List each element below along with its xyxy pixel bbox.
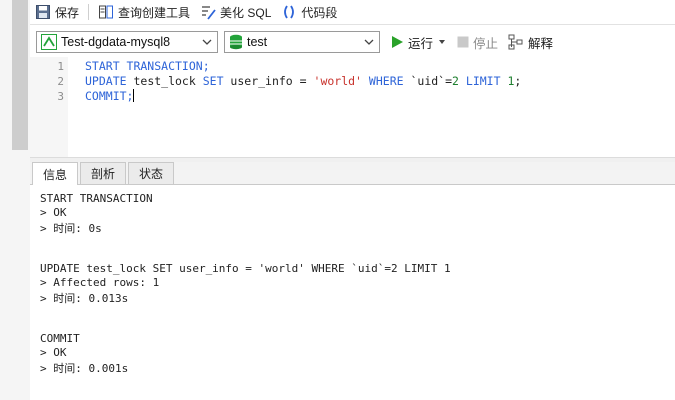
code-snippet-button[interactable]: 代码段 [276,1,342,23]
code-token: user_info = [223,74,314,88]
code-line-2: UPDATE test_lock SET user_info = 'world'… [85,74,521,88]
side-scrollbar[interactable] [12,0,28,150]
output-line: COMMIT [40,332,80,345]
left-side-panel [0,0,30,400]
database-name: test [247,35,268,49]
output-line: > 时间: 0s [40,222,102,235]
output-line: UPDATE test_lock SET user_info = 'world'… [40,262,451,275]
beautify-label: 美化 SQL [220,5,272,20]
code-token: LIMIT [465,74,501,88]
stop-icon [457,36,469,48]
run-label: 运行 [408,36,434,51]
result-tabs: 信息 剖析 状态 [30,162,675,185]
output-line: > OK [40,206,67,219]
line-number: 1 [57,60,64,73]
chevron-down-icon [202,39,212,45]
beautify-sql-button[interactable]: 美化 SQL [195,1,276,23]
code-snippet-icon [284,5,295,19]
run-dropdown-icon[interactable] [437,37,447,47]
code-token: 2 [452,74,459,88]
line-number-gutter: 1 2 3 [30,57,68,157]
save-button[interactable]: 保存 [30,1,84,23]
chevron-down-icon [364,39,374,45]
save-icon [36,5,50,19]
database-select[interactable]: test [224,31,380,53]
output-line: > Affected rows: 1 [40,276,160,289]
message-output: START TRANSACTION > OK > 时间: 0s UPDATE t… [30,186,675,400]
connection-name: Test-dgdata-mysql8 [61,35,171,49]
code-token: 'world' [313,74,362,88]
save-label: 保存 [55,5,80,20]
text-caret [133,89,135,102]
connection-select[interactable]: Test-dgdata-mysql8 [36,31,218,53]
explain-button[interactable]: 解释 [508,31,553,53]
tab-status[interactable]: 状态 [128,162,175,184]
sql-editor[interactable]: 1 2 3 START TRANSACTION; UPDATE test_loc… [30,57,675,157]
tab-profile[interactable]: 剖析 [80,162,127,184]
line-number: 2 [57,75,64,88]
code-line-1: START TRANSACTION; [85,59,210,73]
explain-label: 解释 [528,36,554,51]
output-line: > OK [40,346,67,359]
tab-info[interactable]: 信息 [32,162,79,185]
code-snippet-label: 代码段 [301,5,338,20]
output-line: START TRANSACTION [40,192,153,205]
stop-label: 停止 [473,36,499,51]
toolbar-separator [88,4,90,20]
code-token: SET [202,74,224,88]
play-icon [392,36,403,48]
beautify-icon [202,6,216,20]
query-builder-button[interactable]: 查询创建工具 [93,1,195,23]
code-token: UPDATE [85,74,127,88]
code-token: WHERE [368,74,404,88]
connection-icon [41,34,57,50]
code-line-3: COMMIT; [85,89,135,103]
run-button[interactable]: 运行 [390,31,447,53]
code-token: COMMIT; [85,89,134,103]
query-builder-label: 查询创建工具 [118,5,191,20]
output-line: > 时间: 0.001s [40,362,129,375]
stop-button[interactable]: 停止 [457,31,498,53]
code-token: test_lock [126,74,203,88]
output-line: > 时间: 0.013s [40,292,129,305]
code-token: `uid`= [403,74,453,88]
explain-icon [508,34,523,50]
code-token: ; [514,74,522,88]
database-icon [230,34,242,50]
line-number: 3 [57,90,64,103]
main-toolbar: 保存 查询创建工具 美化 SQL 代码段 [30,0,675,25]
query-builder-icon [99,5,114,19]
connection-toolbar: Test-dgdata-mysql8 test 运行 停止 解释 [30,28,675,56]
